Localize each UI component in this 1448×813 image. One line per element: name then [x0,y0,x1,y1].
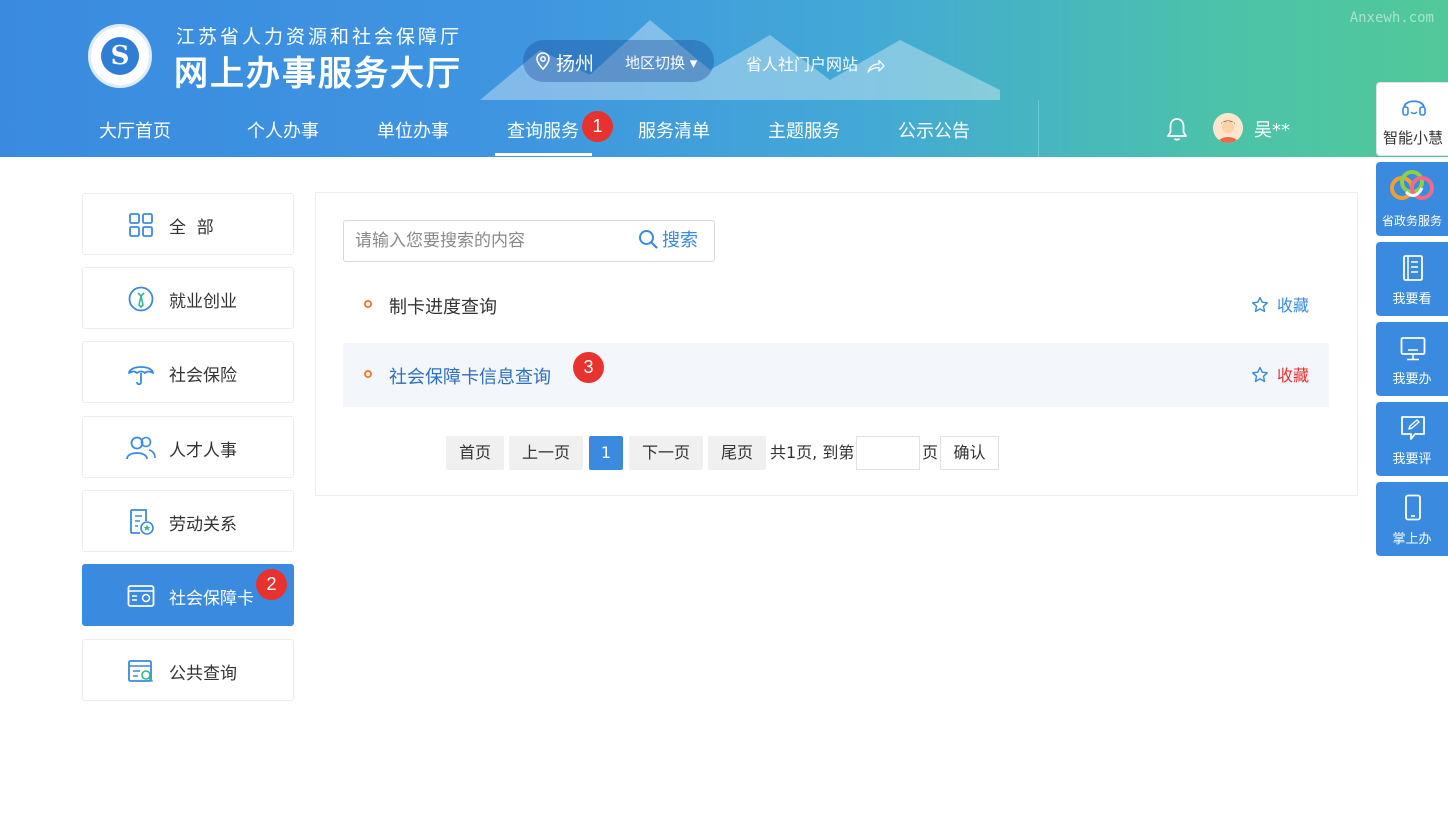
nav-active-indicator [495,153,592,156]
float-item-handle[interactable]: 我要办 [1376,322,1448,396]
sidebar-item-insurance[interactable]: 社会保险 [82,341,294,403]
region-selector[interactable]: 扬州 地区切换 ▾ [523,40,714,82]
umbrella-icon [128,366,154,386]
float-item-assistant[interactable]: 智能小慧 [1376,82,1448,156]
watermark: Anxewh.com [1349,10,1434,26]
float-item-gov-service[interactable]: 省政务服务 [1376,162,1448,236]
grid-icon [129,213,153,237]
step-badge-2: 2 [256,569,287,600]
bell-icon[interactable] [1166,116,1188,142]
favorite-label: 收藏 [1277,296,1310,315]
page-confirm-button[interactable]: 确认 [940,436,999,470]
org-name: 江苏省人力资源和社会保障厅 [176,26,463,48]
result-title[interactable]: 社会保障卡信息查询 [389,363,551,389]
nav-item-notices[interactable]: 公示公告 [898,117,970,143]
sidebar-item-labor[interactable]: 劳动关系 [82,490,294,552]
search-icon [639,230,658,249]
search-list-icon [128,660,154,683]
current-city: 扬州 [556,53,595,75]
page-prev-button[interactable]: 上一页 [509,436,583,470]
page-unit-text: 页 [922,443,939,462]
float-item-mobile[interactable]: 掌上办 [1376,482,1448,556]
page-next-button[interactable]: 下一页 [629,436,703,470]
document-star-icon [130,509,154,535]
result-row-card-progress: 制卡进度查询 收藏 [343,272,1329,336]
sidebar-item-all[interactable]: 全 部 [82,193,294,255]
region-switch-button[interactable]: 地区切换 ▾ [625,52,697,73]
star-icon [1252,296,1268,313]
search-box: 搜索 [343,220,715,262]
sidebar-item-label: 社会保障卡 [169,589,254,609]
favorite-button[interactable]: 收藏 [1251,362,1309,386]
page-total-text: 共1页, 到第 [770,443,855,462]
page-first-button[interactable]: 首页 [446,436,504,470]
result-row-card-info: 社会保障卡信息查询 收藏 [343,343,1329,407]
page-number-current[interactable]: 1 [589,436,623,470]
mobile-phone-icon [1405,494,1421,521]
nav-item-query[interactable]: 查询服务 [507,117,579,143]
sidebar-item-label: 公共查询 [169,664,237,684]
nav-item-home[interactable]: 大厅首页 [99,117,171,143]
monitor-icon [1400,337,1426,361]
step-badge-3: 3 [573,352,604,383]
card-icon [127,585,155,607]
float-item-label: 智能小慧 [1382,129,1443,147]
nav-item-company[interactable]: 单位办事 [377,117,449,143]
sidebar-item-talent[interactable]: 人才人事 [82,416,294,478]
user-name[interactable]: 吴** [1254,116,1290,142]
bullet-dot [364,300,372,308]
sidebar-item-label: 全 部 [169,218,214,238]
sidebar-item-label: 人才人事 [169,441,237,461]
share-arrow-icon [867,59,885,73]
page-last-button[interactable]: 尾页 [708,436,766,470]
float-item-review[interactable]: 我要评 [1376,402,1448,476]
star-icon [1252,366,1268,383]
page-jump-input[interactable] [856,436,920,470]
float-item-label: 省政务服务 [1381,214,1442,228]
people-icon [126,436,156,460]
sidebar-item-public-query[interactable]: 公共查询 [82,639,294,701]
edit-comment-icon [1401,416,1425,440]
float-item-view[interactable]: 我要看 [1376,242,1448,316]
logo[interactable]: S [88,24,152,88]
float-item-label: 我要评 [1392,452,1432,467]
nav-item-personal[interactable]: 个人办事 [247,117,319,143]
favorite-button[interactable]: 收藏 [1251,292,1309,316]
float-item-label: 掌上办 [1392,532,1432,547]
portal-link-label: 省人社门户网站 [746,55,859,74]
gov-service-logo-icon [1390,170,1434,200]
sidebar-item-employment[interactable]: 就业创业 [82,267,294,329]
bullet-dot [364,370,372,378]
search-button-label: 搜索 [662,230,698,251]
hall-name: 网上办事服务大厅 [174,54,462,94]
search-input[interactable] [344,221,624,261]
portal-link[interactable]: 省人社门户网站 [746,51,885,75]
favorite-label: 收藏 [1277,366,1310,385]
book-icon [1403,255,1423,281]
search-button[interactable]: 搜索 [638,221,698,261]
sidebar-item-label: 社会保险 [169,366,237,386]
location-pin-icon [536,52,550,70]
float-item-label: 我要看 [1392,292,1432,307]
step-badge-1: 1 [582,111,613,142]
site-header: S 江苏省人力资源和社会保障厅 网上办事服务大厅 扬州 地区切换 ▾ 省人社门户… [0,0,1448,157]
sidebar-item-label: 劳动关系 [169,515,237,535]
nav-item-service-list[interactable]: 服务清单 [638,117,710,143]
employment-icon [128,286,154,312]
sidebar-item-label: 就业创业 [169,292,237,312]
headset-icon [1402,100,1426,116]
avatar[interactable] [1213,113,1243,143]
float-item-label: 我要办 [1392,372,1432,387]
result-title[interactable]: 制卡进度查询 [389,293,497,319]
nav-item-topics[interactable]: 主题服务 [768,117,840,143]
nav-divider [1038,100,1039,157]
